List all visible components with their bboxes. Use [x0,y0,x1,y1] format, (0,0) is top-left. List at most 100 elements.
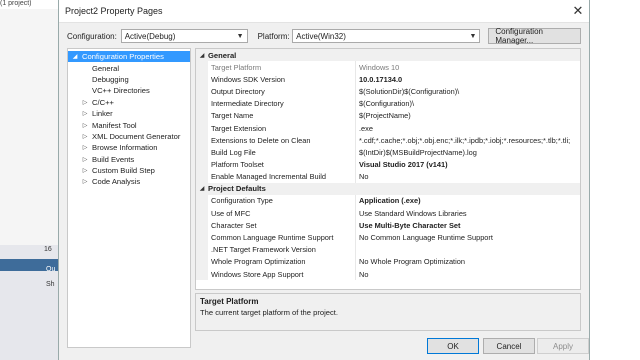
expand-toggle-icon[interactable]: ▷ [81,110,89,117]
property-value[interactable] [356,244,580,256]
row-gutter [196,61,208,74]
category-header[interactable]: ◢ General [196,49,580,61]
category-header[interactable]: ◢ Project Defaults [196,182,580,195]
property-value[interactable]: *.cdf;*.cache;*.obj;*.obj.enc;*.ilk;*.ip… [356,134,580,146]
tree-node[interactable]: General [68,62,190,73]
property-row[interactable]: Target Extension .exe [196,121,580,135]
background-right [590,0,640,360]
property-row[interactable]: Extensions to Delete on Clean *.cdf;*.cac… [196,134,580,147]
row-gutter [196,85,208,98]
expand-toggle-icon[interactable]: ▷ [81,133,89,140]
property-name: Whole Program Optimization [208,255,356,268]
tree-node[interactable]: ▷ Linker [68,108,190,119]
ok-button[interactable]: OK [427,338,479,354]
property-row[interactable]: Windows SDK Version 10.0.17134.0 [196,73,580,86]
property-value[interactable]: $(IntDir)$(MSBuildProjectName).log [356,146,580,158]
dialog-title: Project2 Property Pages [65,6,163,16]
property-value[interactable]: $(Configuration)\ [356,98,580,110]
property-value[interactable]: Application (.exe) [356,195,580,207]
expand-toggle-icon[interactable]: ▷ [81,144,89,151]
property-name: Use of MFC [208,207,356,220]
platform-label: Platform: [257,31,290,41]
close-icon[interactable]: ✕ [567,0,589,22]
row-gutter [196,194,208,208]
tree-node-label: Linker [92,109,113,119]
chevron-down-icon: ▼ [469,32,477,40]
property-value[interactable]: No [356,171,580,183]
expand-toggle-icon[interactable]: ▷ [81,178,89,185]
tree-node-label: General [92,63,120,73]
tree-node-label: XML Document Generator [92,131,181,141]
expand-toggle-icon[interactable]: ▷ [81,156,89,163]
property-name: Common Language Runtime Support [208,231,356,244]
tree-node[interactable]: ▷ Code Analysis [68,176,190,187]
tree-node-label: Configuration Properties [82,52,164,62]
property-name: Configuration Type [208,194,356,208]
property-value[interactable]: .exe [356,122,580,134]
property-value[interactable]: No Common Language Runtime Support [356,231,580,243]
property-row[interactable]: Common Language Runtime Support No Common… [196,231,580,244]
platform-dropdown[interactable]: Active(Win32) ▼ [292,29,481,43]
apply-button[interactable]: Apply [537,338,589,354]
expand-toggle-icon[interactable]: ▷ [81,122,89,129]
expand-toggle-icon[interactable]: ◢ [71,53,79,60]
ide-show-label: Sh [46,281,55,288]
tree-node[interactable]: ◢ Configuration Properties [68,51,190,63]
property-value[interactable]: 10.0.17134.0 [356,73,580,85]
property-row[interactable]: Use of MFC Use Standard Windows Libraries [196,207,580,220]
row-gutter [196,73,208,86]
property-row[interactable]: Build Log File $(IntDir)$(MSBuildProjectN… [196,146,580,159]
row-gutter [196,255,208,268]
tree-node[interactable]: ▷ C/C++ [68,97,190,108]
property-row[interactable]: Windows Store App Support No [196,268,580,281]
property-row[interactable]: Character Set Use Multi-Byte Character Se… [196,219,580,232]
property-row[interactable]: Platform Toolset Visual Studio 2017 (v141… [196,158,580,171]
property-row[interactable]: Whole Program Optimization No Whole Progr… [196,255,580,268]
property-row[interactable]: Enable Managed Incremental Build No [196,170,580,183]
property-name: Intermediate Directory [208,97,356,110]
property-row[interactable]: Output Directory $(SolutionDir)$(Configur… [196,85,580,98]
tree-node-label: Build Events [92,154,135,164]
property-value[interactable]: No [356,268,580,280]
tree-node-label: C/C++ [92,97,114,107]
property-value[interactable]: Windows 10 [356,61,580,73]
tree-node-label: VC++ Directories [92,86,150,96]
property-row[interactable]: Target Platform Windows 10 [196,61,580,74]
configuration-dropdown[interactable]: Active(Debug) ▼ [120,29,248,43]
tree-node[interactable]: VC++ Directories [68,85,190,96]
tree-node[interactable]: ▷ Manifest Tool [68,119,190,130]
property-value[interactable]: $(ProjectName) [356,110,580,122]
configuration-manager-button[interactable]: Configuration Manager... [488,27,581,45]
property-value[interactable]: Use Standard Windows Libraries [356,207,580,219]
property-value[interactable]: Visual Studio 2017 (v141) [356,159,580,171]
property-name: Target Platform [208,61,356,74]
tree-node[interactable]: ▷ Custom Build Step [68,165,190,176]
tree-node[interactable]: ▷ XML Document Generator [68,131,190,142]
row-gutter [196,146,208,159]
tree-node[interactable]: Debugging [68,74,190,85]
tree-node[interactable]: ▷ Build Events [68,154,190,165]
cancel-button[interactable]: Cancel [483,338,535,354]
tree-node[interactable]: ▷ Browse Information [68,142,190,153]
property-name: Windows Store App Support [208,268,356,281]
property-row[interactable]: .NET Target Framework Version [196,243,580,256]
expand-toggle-icon[interactable]: ▷ [81,167,89,174]
row-gutter [196,121,208,135]
tree-node-label: Browse Information [92,143,158,153]
expand-toggle-icon[interactable]: ▷ [81,99,89,106]
property-name: Enable Managed Incremental Build [208,170,356,183]
row-gutter [196,219,208,232]
property-value[interactable]: Use Multi-Byte Character Set [356,219,580,231]
property-row[interactable]: Intermediate Directory $(Configuration)\ [196,97,580,110]
row-gutter [196,158,208,171]
property-value[interactable]: $(SolutionDir)$(Configuration)\ [356,85,580,97]
property-value[interactable]: No Whole Program Optimization [356,256,580,268]
property-name: Output Directory [208,85,356,98]
property-row[interactable]: Configuration Type Application (.exe) [196,194,580,208]
collapse-icon[interactable]: ◢ [196,185,208,192]
ide-output-label: Ou [46,266,56,273]
ide-solution-text: (1 project) [0,0,58,9]
property-row[interactable]: Target Name $(ProjectName) [196,109,580,122]
collapse-icon[interactable]: ◢ [196,52,208,59]
property-name: Windows SDK Version [208,73,356,86]
